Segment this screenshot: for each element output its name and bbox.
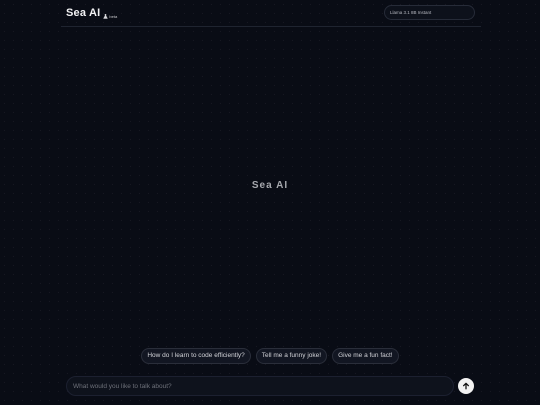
suggestion-chip[interactable]: Give me a fun fact! bbox=[332, 348, 399, 364]
message-composer bbox=[66, 376, 454, 396]
beta-badge: beta bbox=[103, 14, 117, 19]
brand-name: Sea AI bbox=[66, 7, 101, 19]
message-input[interactable] bbox=[71, 379, 445, 393]
flask-icon bbox=[103, 14, 109, 19]
send-button[interactable] bbox=[458, 378, 474, 394]
center-title: Sea AI bbox=[251, 180, 289, 191]
model-select[interactable]: Llama 3.1 8B Instant bbox=[384, 5, 475, 20]
suggestion-chip[interactable]: Tell me a funny joke! bbox=[255, 348, 328, 364]
model-select-value: Llama 3.1 8B Instant bbox=[390, 10, 432, 15]
beta-label: beta bbox=[109, 14, 118, 19]
brand[interactable]: Sea AI beta bbox=[66, 7, 117, 20]
app-header: Sea AI beta Llama 3.1 8B Instant bbox=[61, 0, 481, 27]
suggestion-chip[interactable]: How do I learn to code efficiently? bbox=[141, 348, 251, 364]
arrow-up-icon bbox=[462, 382, 470, 390]
suggestion-list: How do I learn to code efficiently? Tell… bbox=[0, 348, 540, 364]
